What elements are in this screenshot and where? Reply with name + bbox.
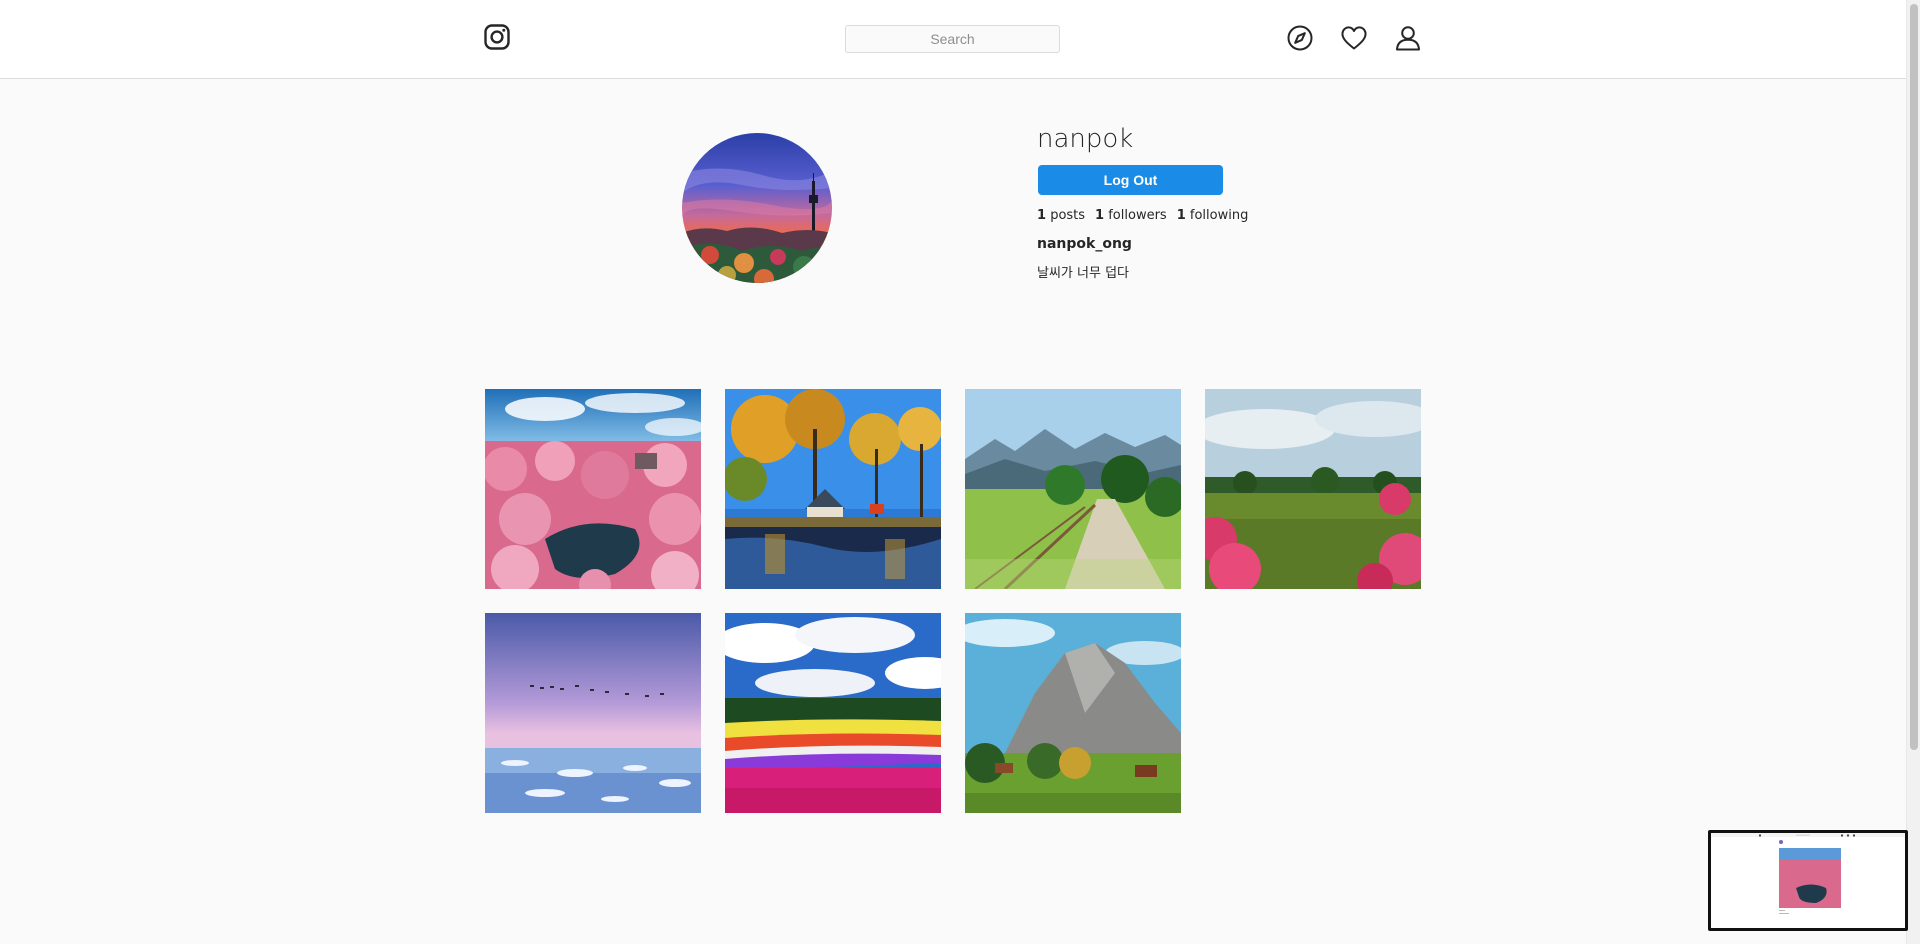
user-icon[interactable] [1394,24,1422,52]
posts-grid [485,389,1421,813]
compass-icon[interactable] [1286,24,1314,52]
posts-stat[interactable]: 1 posts [1037,208,1085,223]
page-minimap[interactable] [1708,830,1908,931]
profile-stats: 1 posts 1 followers 1 following [1037,208,1248,223]
search-input[interactable] [845,25,1060,53]
log-out-button[interactable]: Log Out [1038,165,1223,195]
instagram-icon[interactable] [484,24,510,50]
profile-avatar[interactable] [682,133,832,283]
following-stat[interactable]: 1 following [1177,208,1249,223]
post-thumbnail[interactable] [1205,389,1421,589]
followers-stat[interactable]: 1 followers [1095,208,1167,223]
profile-bio: 날씨가 너무 덥다 [1037,266,1129,281]
scrollbar-thumb[interactable] [1910,4,1918,750]
post-thumbnail[interactable] [725,613,941,813]
profile-username: nanpok [1037,124,1134,154]
heart-icon[interactable] [1340,24,1368,52]
profile-full-name: nanpok_ong [1037,236,1132,252]
post-thumbnail[interactable] [485,613,701,813]
post-thumbnail[interactable] [965,389,1181,589]
top-nav-bar [0,0,1906,79]
post-thumbnail[interactable] [485,389,701,589]
post-thumbnail[interactable] [965,613,1181,813]
post-thumbnail[interactable] [725,389,941,589]
page-scrollbar[interactable] [1906,0,1920,944]
